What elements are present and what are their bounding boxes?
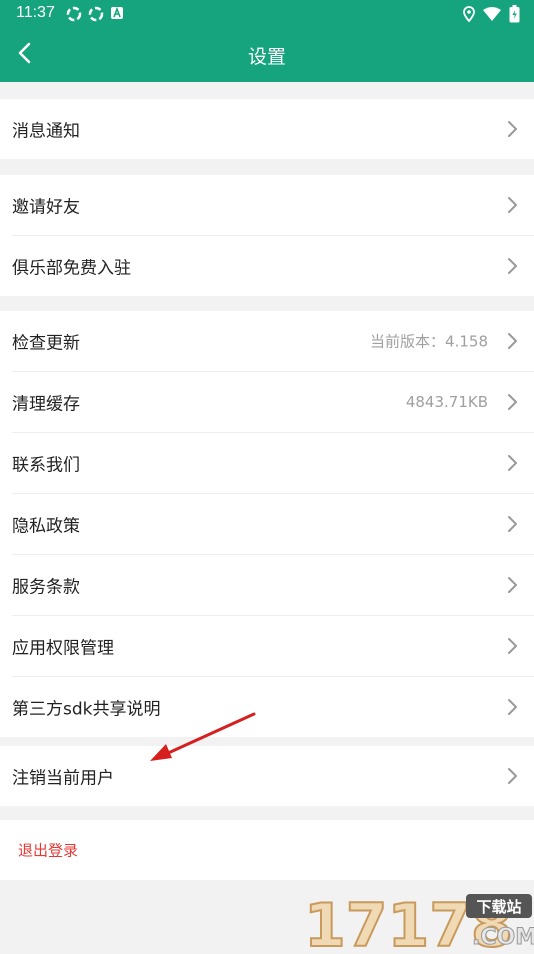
app-header: 11:37 设置	[0, 0, 534, 82]
chevron-right-icon	[508, 333, 517, 349]
settings-item-delete-account[interactable]: 注销当前用户	[12, 746, 534, 806]
settings-item-invite-friends[interactable]: 邀请好友	[12, 175, 534, 236]
status-bar: 11:37	[0, 0, 534, 28]
chevron-right-icon	[508, 197, 517, 213]
status-system-icons	[463, 5, 520, 23]
settings-item-label: 邀请好友	[12, 197, 80, 218]
settings-item-privacy-policy[interactable]: 隐私政策	[12, 494, 534, 555]
settings-item-contact-us[interactable]: 联系我们	[12, 433, 534, 494]
chevron-right-icon	[508, 121, 517, 137]
settings-item-label: 清理缓存	[12, 394, 80, 415]
settings-item-label: 联系我们	[12, 455, 80, 476]
sync-icon	[66, 6, 82, 22]
settings-item-label: 应用权限管理	[12, 638, 114, 659]
logout-button[interactable]: 退出登录	[0, 820, 534, 880]
settings-group-account: 注销当前用户	[0, 746, 534, 806]
settings-item-clear-cache[interactable]: 清理缓存 4843.71KB	[12, 372, 534, 433]
settings-group-social: 邀请好友 俱乐部免费入驻	[0, 175, 534, 296]
settings-item-check-update[interactable]: 检查更新 当前版本：4.158	[12, 311, 534, 372]
settings-item-notifications[interactable]: 消息通知	[12, 99, 534, 159]
settings-item-label: 隐私政策	[12, 516, 80, 537]
location-icon	[463, 6, 475, 22]
battery-icon	[509, 5, 520, 23]
logout-label: 退出登录	[18, 841, 79, 860]
chevron-right-icon	[508, 258, 517, 274]
chevron-right-icon	[508, 577, 517, 593]
settings-item-label: 消息通知	[12, 121, 80, 142]
annotation-arrow-icon	[150, 712, 256, 761]
chevron-right-icon	[508, 768, 517, 784]
settings-item-label: 检查更新	[12, 333, 80, 354]
settings-group-app: 检查更新 当前版本：4.158 清理缓存 4843.71KB 联系我们 隐私政策…	[0, 311, 534, 737]
settings-item-sdk-sharing[interactable]: 第三方sdk共享说明	[12, 677, 534, 737]
page-title: 设置	[247, 46, 286, 68]
watermark-logo: 17178 下载站 .COM	[300, 888, 534, 954]
watermark-domain: .COM	[472, 925, 534, 950]
settings-item-label: 注销当前用户	[12, 768, 114, 789]
watermark-subtitle: 下载站	[476, 898, 521, 916]
cache-size-value: 4843.71KB	[405, 393, 488, 411]
app-notification-icon	[111, 6, 123, 19]
version-value: 当前版本：4.158	[370, 332, 488, 351]
status-notification-icons	[66, 6, 124, 22]
chevron-right-icon	[508, 516, 517, 532]
chevron-right-icon	[508, 394, 517, 410]
settings-item-label: 俱乐部免费入驻	[12, 258, 131, 279]
settings-item-permissions[interactable]: 应用权限管理	[12, 616, 534, 677]
chevron-right-icon	[508, 699, 517, 715]
sync-icon	[88, 6, 104, 22]
settings-group-notifications: 消息通知	[0, 99, 534, 159]
wifi-icon	[483, 7, 501, 21]
chevron-right-icon	[508, 455, 517, 471]
status-time: 11:37	[16, 4, 55, 21]
settings-item-label: 服务条款	[12, 577, 80, 598]
settings-item-club-join[interactable]: 俱乐部免费入驻	[12, 236, 534, 296]
settings-item-label: 第三方sdk共享说明	[12, 699, 161, 720]
chevron-right-icon	[508, 638, 517, 654]
settings-item-terms-of-service[interactable]: 服务条款	[12, 555, 534, 616]
